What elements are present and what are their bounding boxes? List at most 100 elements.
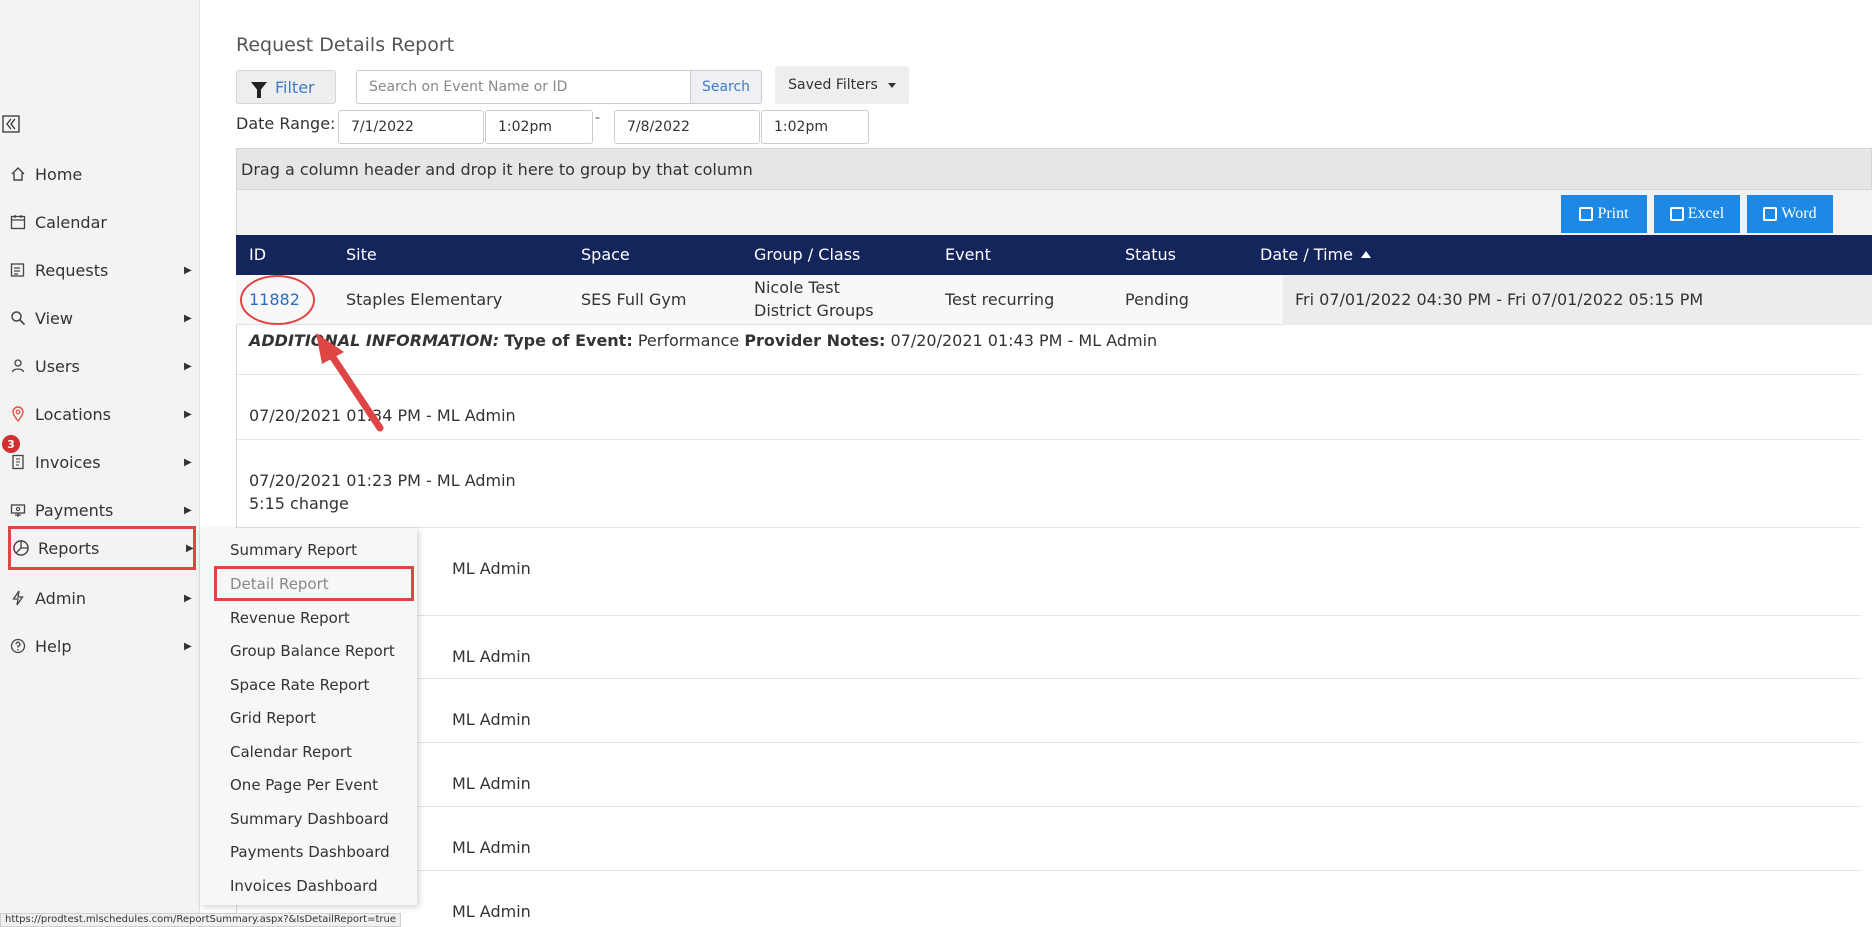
sidebar-item-invoices[interactable]: Invoices ▶ (0, 440, 200, 484)
divider (237, 678, 1861, 679)
word-icon (1763, 207, 1778, 221)
column-header-date-time[interactable]: Date / Time (1260, 245, 1371, 264)
sidebar-item-help[interactable]: Help ▶ (0, 624, 200, 668)
column-header-event[interactable]: Event (945, 245, 991, 264)
menu-item-summary-dashboard[interactable]: Summary Dashboard (230, 810, 389, 828)
sidebar-item-locations[interactable]: Locations ▶ (0, 392, 200, 436)
status-bar-url: https://prodtest.mlschedules.com/ReportS… (0, 913, 401, 927)
end-date-input[interactable]: 7/8/2022 (614, 110, 760, 144)
menu-item-grid-report[interactable]: Grid Report (230, 709, 316, 727)
export-toolbar: Print Excel Word (236, 190, 1872, 235)
word-button[interactable]: Word (1747, 195, 1833, 233)
chevron-down-icon (887, 82, 896, 88)
caret-right-icon: ▶ (184, 264, 192, 276)
start-date-input[interactable]: 7/1/2022 (338, 110, 484, 144)
sidebar-item-view[interactable]: View ▶ (0, 296, 200, 340)
note-entry: ML Admin (452, 708, 531, 731)
requests-icon (8, 260, 28, 280)
help-icon (8, 636, 28, 656)
end-time-input[interactable]: 1:02pm (761, 110, 869, 144)
filter-button-label: Filter (275, 77, 315, 97)
caret-right-icon: ▶ (184, 592, 192, 604)
note-entry: ML Admin (452, 645, 531, 668)
excel-button[interactable]: Excel (1654, 195, 1740, 233)
sidebar-item-label: Help (35, 636, 72, 656)
column-header-site[interactable]: Site (346, 245, 377, 264)
date-time-value: Fri 07/01/2022 04:30 PM - Fri 07/01/2022… (1295, 290, 1704, 309)
print-icon (1579, 207, 1594, 221)
start-time-input[interactable]: 1:02pm (485, 110, 593, 144)
event-cell: Test recurring (945, 290, 1055, 309)
search-button[interactable]: Search (690, 70, 762, 104)
column-header-id[interactable]: ID (249, 245, 266, 264)
column-header-status[interactable]: Status (1125, 245, 1176, 264)
note-line: 07/20/2021 01:23 PM - ML Admin (249, 471, 516, 490)
site-cell: Staples Elementary (346, 290, 503, 309)
sidebar-item-home[interactable]: Home (0, 152, 200, 196)
table-row[interactable]: 11882 Staples Elementary SES Full Gym Ni… (236, 275, 1872, 325)
caret-right-icon: ▶ (184, 504, 192, 516)
print-button[interactable]: Print (1561, 195, 1647, 233)
note-entry: ML Admin (452, 772, 531, 795)
type-of-event-value: Performance (637, 331, 740, 350)
menu-item-space-rate-report[interactable]: Space Rate Report (230, 676, 369, 694)
caret-right-icon: ▶ (184, 360, 192, 372)
provider-notes-label: Provider Notes: (744, 331, 886, 350)
note-line: ML Admin (452, 559, 531, 578)
search-icon (8, 308, 28, 328)
home-icon (8, 164, 28, 184)
menu-item-invoices-dashboard[interactable]: Invoices Dashboard (230, 877, 378, 895)
type-of-event-label: Type of Event: (504, 331, 633, 350)
note-line: ML Admin (452, 902, 531, 921)
menu-item-summary-report[interactable]: Summary Report (230, 541, 357, 559)
group-by-drop-zone[interactable]: Drag a column header and drop it here to… (236, 148, 1872, 190)
filter-button[interactable]: Filter (236, 70, 336, 104)
group-cell-line1: Nicole Test (754, 278, 840, 297)
note-line: ML Admin (452, 647, 531, 666)
saved-filters-dropdown[interactable]: Saved Filters (775, 66, 909, 104)
additional-information: ADDITIONAL INFORMATION: Type of Event: P… (249, 331, 1157, 350)
note-entry: ML Admin (452, 836, 531, 859)
sidebar-item-label: Locations (35, 404, 112, 424)
calendar-icon (8, 212, 28, 232)
divider (237, 527, 1861, 528)
caret-right-icon: ▶ (184, 312, 192, 324)
sidebar-item-users[interactable]: Users ▶ (0, 344, 200, 388)
excel-icon (1669, 207, 1684, 221)
word-button-label: Word (1781, 205, 1817, 222)
search-input[interactable] (356, 70, 690, 104)
sidebar-item-label: View (35, 308, 73, 328)
sidebar-item-label: Users (35, 356, 80, 376)
note-line: ML Admin (452, 838, 531, 857)
grid-header: ID Site Space Group / Class Event Status… (236, 235, 1872, 275)
sidebar-item-admin[interactable]: Admin ▶ (0, 576, 200, 620)
menu-item-detail-report[interactable]: Detail Report (230, 575, 329, 593)
collapse-sidebar-icon[interactable] (2, 115, 20, 133)
caret-right-icon: ▶ (184, 640, 192, 652)
page-title: Request Details Report (236, 34, 455, 56)
menu-item-group-balance-report[interactable]: Group Balance Report (230, 642, 395, 660)
sidebar-item-label: Payments (35, 500, 114, 520)
menu-item-payments-dashboard[interactable]: Payments Dashboard (230, 843, 390, 861)
column-header-label: Date / Time (1260, 245, 1353, 264)
note-entry: 07/20/2021 01:34 PM - ML Admin (249, 404, 516, 427)
menu-item-revenue-report[interactable]: Revenue Report (230, 609, 350, 627)
sidebar-item-calendar[interactable]: Calendar (0, 200, 200, 244)
sidebar-item-label: Invoices (35, 452, 101, 472)
space-cell: SES Full Gym (581, 290, 687, 309)
additional-info-heading: ADDITIONAL INFORMATION: (249, 331, 500, 350)
sidebar-item-reports[interactable]: Reports ▶ (8, 526, 196, 570)
note-entry: 07/20/2021 01:23 PM - ML Admin 5:15 chan… (249, 469, 516, 515)
provider-notes-value: 07/20/2021 01:43 PM - ML Admin (890, 331, 1158, 350)
column-header-space[interactable]: Space (581, 245, 630, 264)
menu-item-calendar-report[interactable]: Calendar Report (230, 743, 352, 761)
menu-item-one-page-per-event[interactable]: One Page Per Event (230, 776, 378, 794)
date-time-cell: Fri 07/01/2022 04:30 PM - Fri 07/01/2022… (1283, 275, 1872, 325)
note-entry: ML Admin (452, 900, 531, 923)
sidebar-item-requests[interactable]: Requests ▶ (0, 248, 200, 292)
bolt-icon (8, 588, 28, 608)
invoices-count-badge: 3 (2, 435, 20, 453)
note-line: ML Admin (452, 774, 531, 793)
column-header-group-class[interactable]: Group / Class (754, 245, 860, 264)
group-cell-line2: District Groups (754, 301, 874, 320)
